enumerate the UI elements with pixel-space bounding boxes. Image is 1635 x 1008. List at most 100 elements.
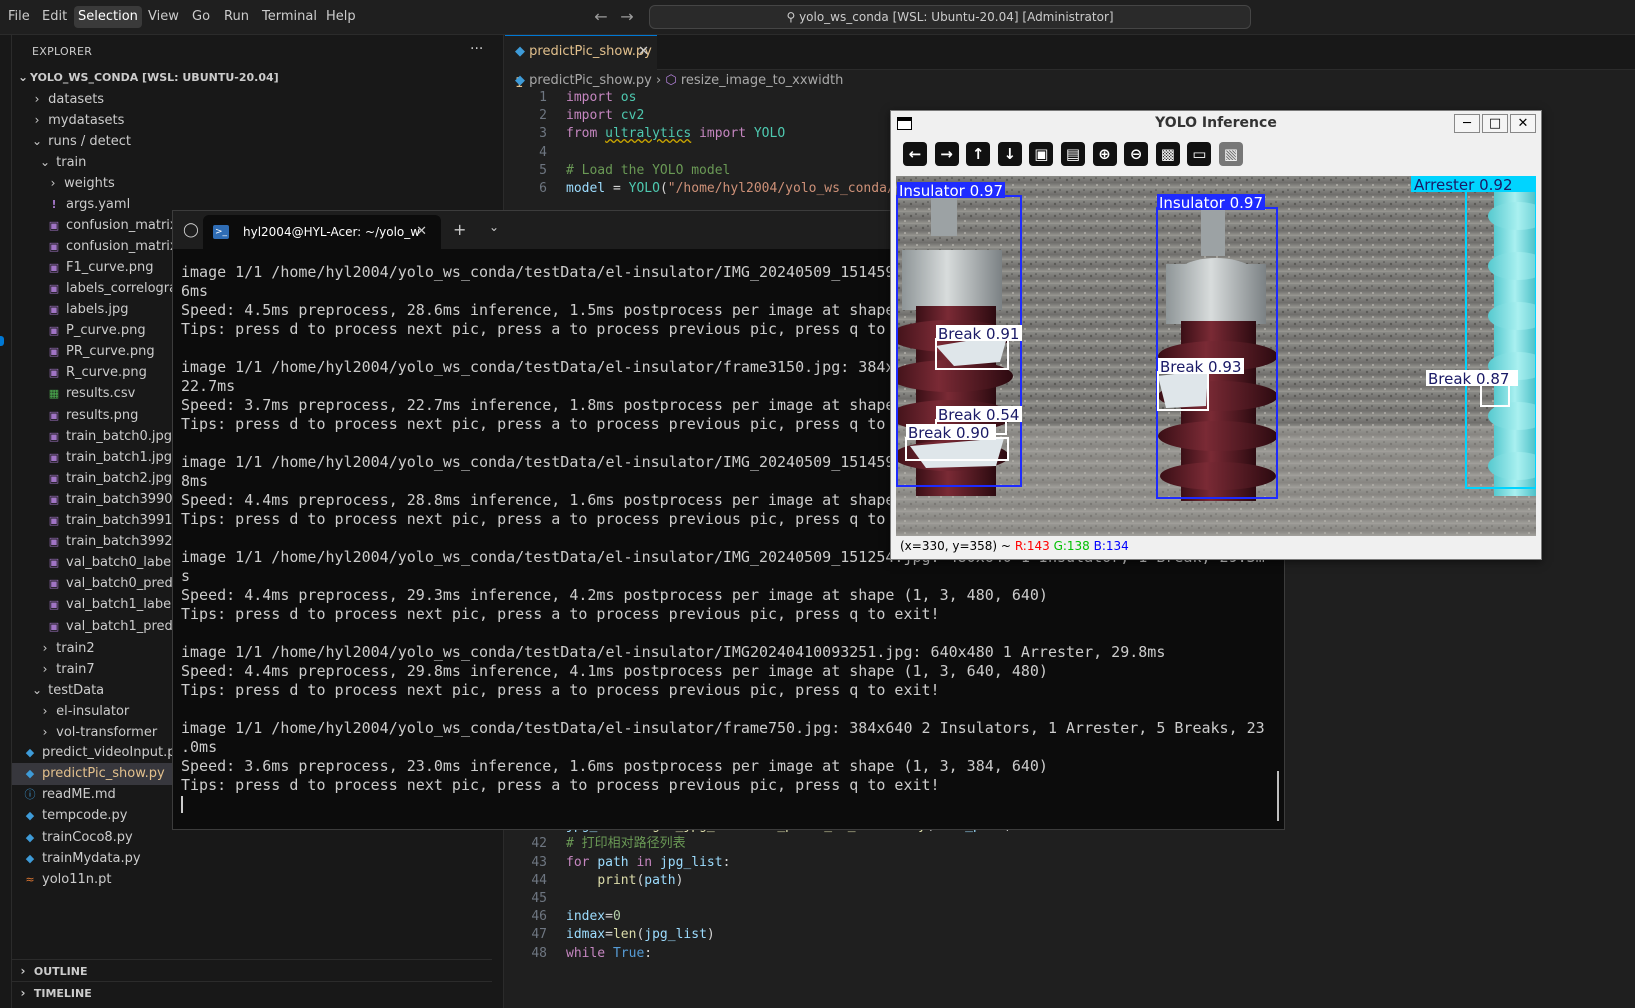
python-file-icon: ◆ [25,767,35,781]
shield-icon: ◯ [183,222,199,238]
chevron-down-icon: ⌄ [31,134,43,149]
tree-item-label: yolo11n.pt [42,871,112,887]
arrester-right [1488,176,1536,496]
command-center-search[interactable]: ⚲ yolo_ws_conda [WSL: Ubuntu-20.04] [Adm… [649,5,1251,29]
editor-tab[interactable]: ◆ predictPic_show.py 1 ✕ [505,35,657,91]
code-text: # 打印相对路径列表 [566,836,686,852]
zoom-in-icon[interactable]: ⊕ [1092,142,1117,166]
folder-item[interactable]: › weights [12,172,492,194]
tree-item-label: vol-transformer [56,725,158,740]
image-file-icon: ▣ [48,535,60,549]
arrow-left-icon[interactable]: ← [903,142,927,166]
yolo-title-bar[interactable]: YOLO Inference ─ □ ✕ [891,111,1541,136]
tree-item-label: datasets [48,92,105,107]
arrow-down-icon[interactable]: ↓ [997,142,1022,166]
code-line[interactable]: 48 while True: [505,945,1635,963]
zoom-out-icon[interactable]: ⊖ [1124,142,1149,166]
code-line[interactable]: 43 for path in jpg_list: [505,854,1635,872]
chevron-down-icon: ⌄ [31,682,43,697]
save-icon[interactable]: ▩ [1155,142,1180,166]
chevron-right-icon: › [34,92,40,106]
python-file-icon: ◆ [515,44,525,59]
line-number: 47 [531,927,547,943]
code-text: index=0 [566,909,621,925]
back-arrow-icon[interactable]: ← [590,6,612,28]
close-icon[interactable]: ✕ [416,215,427,249]
file-item[interactable]: ≈ yolo11n.pt [12,869,492,891]
chevron-right-icon: › [42,661,48,676]
chevron-down-icon[interactable]: ⌄ [489,220,499,234]
arrow-right-icon[interactable]: → [934,142,959,166]
clipboard-icon[interactable]: ▭ [1187,142,1212,166]
maximize-button[interactable]: □ [1482,114,1508,133]
new-tab-icon[interactable]: + [453,220,466,239]
workspace-root[interactable]: ⌄ YOLO_WS_CONDA [WSL: UBUNTU-20.04] [12,66,492,88]
pixel-status-bar: (x=330, y=358) ~ R:143 G:138 B:134 [896,536,1536,556]
outline-section[interactable]: › OUTLINE [12,959,492,981]
code-text: import os [566,90,637,105]
tree-item-label: predictPic_show.py [42,766,165,782]
tree-item-label: R_curve.png [66,365,147,381]
menu-file[interactable]: File [4,6,34,28]
function-symbol-icon: ⬡ [665,73,677,88]
terminal-tab[interactable]: >_ hyl2004@HYL-Acer: ~/yolo_w ✕ [203,215,441,249]
image-file-icon: ▣ [48,514,60,527]
image-file-icon: ▣ [48,324,60,338]
folder-item[interactable]: ⌄ runs / detect [12,130,492,152]
line-number: 46 [531,909,547,925]
code-line[interactable]: 42 # 打印相对路径列表 [505,835,1635,853]
cursor-coords: (x=330, y=358) ~ [900,539,1011,553]
menu-view[interactable]: View [144,6,183,28]
inference-image[interactable]: Insulator 0.97 Insulator 0.97 Arrester 0… [896,176,1536,536]
tree-item-label: train_batch0.jpg [66,428,172,444]
tree-item-label: train2 [56,640,95,656]
image-file-icon: ▣ [48,260,60,274]
breadcrumb-symbol[interactable]: resize_image_to_xxwidth [681,73,844,88]
menu-terminal[interactable]: Terminal [258,6,321,28]
menu-edit[interactable]: Edit [38,6,71,28]
properties-icon[interactable]: ▧ [1219,142,1243,166]
image-edit-icon[interactable]: ▤ [1061,142,1085,166]
line-number: 45 [531,891,547,906]
image-file-icon: ▣ [48,281,60,295]
line-number: 1 [539,90,547,105]
close-button[interactable]: ✕ [1510,114,1536,133]
tree-item-label: F1_curve.png [66,259,154,275]
menu-go[interactable]: Go [188,6,214,28]
more-actions-icon[interactable]: ··· [470,41,483,57]
image-icon[interactable]: ▣ [1029,142,1054,166]
file-item[interactable]: ◆ trainMydata.py [12,848,492,870]
menu-help[interactable]: Help [322,6,360,28]
close-icon[interactable]: ✕ [638,36,649,68]
code-line[interactable]: 45 [505,890,1635,908]
menu-selection[interactable]: Selection [74,6,142,28]
menu-run[interactable]: Run [220,6,253,28]
code-line[interactable]: 46 index=0 [505,908,1635,926]
terminal-line: image 1/1 /home/hyl2004/yolo_ws_conda/te… [181,719,1265,737]
code-text: # Load the YOLO model [566,162,731,178]
code-line[interactable]: 44 print(path) [505,872,1635,890]
folder-item[interactable]: › mydatasets [12,109,492,131]
code-line[interactable]: 47 idmax=len(jpg_list) [505,926,1635,944]
terminal-line: s [181,567,191,585]
code-line[interactable]: 1 import os [505,89,1635,107]
tree-item-label: results.png [66,407,139,423]
line-number: 3 [539,126,547,142]
terminal-line: Speed: 4.4ms preprocess, 29.8ms inferenc… [181,662,1048,680]
code-text: while True: [566,945,653,961]
terminal-prompt[interactable] [181,795,1271,814]
forward-arrow-icon[interactable]: → [616,6,638,28]
label-insulator-1: Insulator 0.97 [899,182,1003,200]
line-number: 42 [531,836,547,852]
folder-item[interactable]: ⌄ train [12,151,492,173]
breadcrumb-file[interactable]: predictPic_show.py [529,73,652,88]
minimize-button[interactable]: ─ [1454,114,1480,133]
folder-item[interactable]: › datasets [12,88,492,110]
arrow-up-icon[interactable]: ↑ [966,142,991,166]
code-text: import cv2 [566,108,645,124]
terminal-scrollbar[interactable] [1277,771,1279,821]
code-text: from ultralytics import YOLO [566,126,786,142]
timeline-section[interactable]: › TIMELINE [12,981,492,1003]
tree-item-label: testData [48,682,105,698]
